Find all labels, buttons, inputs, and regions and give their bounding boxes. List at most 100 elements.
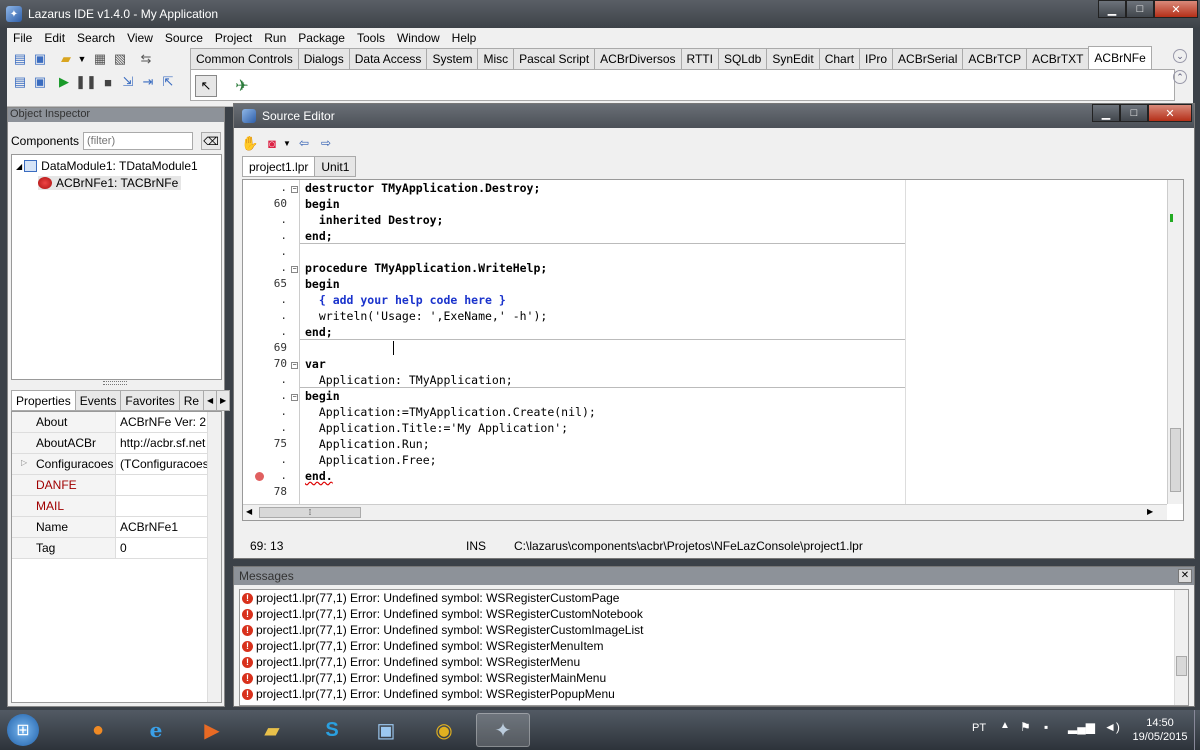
menu-edit[interactable]: Edit (38, 31, 71, 45)
scroll-thumb[interactable] (1176, 656, 1187, 676)
property-value[interactable]: ACBrNFe Ver: 2.0 (117, 412, 207, 432)
view-forms-icon[interactable]: ▣ (31, 73, 49, 91)
palette-tab[interactable]: ACBrDiversos (594, 48, 682, 69)
scroll-left-icon[interactable]: ◀ (246, 507, 252, 516)
start-button[interactable]: ⊞ (0, 713, 46, 747)
menu-run[interactable]: Run (258, 31, 292, 45)
tree-item-acbrnfe[interactable]: ACBrNFe1: TACBrNFe (38, 176, 182, 190)
lazarus-taskbar-icon[interactable]: ✦ (476, 713, 530, 747)
step-out-icon[interactable]: ⇱ (159, 73, 177, 91)
skype-icon[interactable]: S (308, 713, 356, 747)
palette-scroll-icon[interactable]: ⌃ (1173, 70, 1187, 84)
selection-pointer-icon[interactable]: ↖ (195, 75, 217, 97)
minimize-button[interactable]: ▁ (1092, 104, 1120, 122)
close-button[interactable]: ✕ (1148, 104, 1192, 122)
media-player-icon[interactable]: ▶ (188, 713, 236, 747)
bookmark-dropdown-icon[interactable]: ▼ (283, 139, 293, 148)
save-icon[interactable]: ▦ (91, 50, 109, 68)
palette-tab[interactable]: Common Controls (190, 48, 299, 69)
message-item[interactable]: ! project1.lpr(77,1) Error: Undefined sym… (242, 654, 580, 670)
bookmark-icon[interactable]: ◙ (261, 133, 283, 153)
tab-scroll-right-icon[interactable]: ▶ (216, 390, 231, 411)
property-value[interactable]: ACBrNFe1 (117, 517, 207, 537)
new-form-icon[interactable]: ▣ (31, 50, 49, 68)
stop-icon[interactable]: ■ (99, 73, 117, 91)
jump-back-icon[interactable]: ⇦ (293, 133, 315, 153)
tab-favorites[interactable]: Favorites (120, 390, 180, 411)
jump-forward-icon[interactable]: ⇨ (315, 133, 337, 153)
close-icon[interactable]: ✕ (1178, 569, 1192, 583)
scroll-right-icon[interactable]: ▶ (1147, 507, 1153, 516)
palette-tab[interactable]: SynEdit (766, 48, 820, 69)
property-row[interactable]: DANFE (12, 475, 207, 496)
pause-icon[interactable]: ❚❚ (75, 73, 97, 91)
maximize-button[interactable]: □ (1120, 104, 1148, 122)
scroll-thumb[interactable]: ⁞ (259, 507, 361, 518)
menu-package[interactable]: Package (292, 31, 351, 45)
palette-tab[interactable]: Dialogs (297, 48, 350, 69)
palette-tab[interactable]: ACBrTCP (962, 48, 1028, 69)
network-icon[interactable]: ▂▄▆ (1068, 720, 1095, 734)
tab-project1-lpr[interactable]: project1.lpr (242, 156, 316, 177)
palette-tab[interactable]: RTTI (680, 48, 719, 69)
menu-project[interactable]: Project (209, 31, 258, 45)
message-item[interactable]: ! project1.lpr(77,1) Error: Undefined sym… (242, 622, 643, 638)
internet-explorer-icon[interactable]: e (132, 713, 180, 747)
message-item[interactable]: ! project1.lpr(77,1) Error: Undefined sym… (242, 686, 615, 702)
property-value[interactable]: http://acbr.sf.net (117, 433, 207, 453)
show-hidden-icons-icon[interactable]: ▲ (1000, 720, 1010, 731)
palette-tab[interactable]: ACBrSerial (892, 48, 964, 69)
step-over-icon[interactable]: ⇥ (139, 73, 157, 91)
remote-desktop-icon[interactable]: ▣ (362, 713, 410, 747)
collapse-arrow-icon[interactable]: ◢ (16, 162, 22, 171)
menu-source[interactable]: Source (159, 31, 209, 45)
tab-events[interactable]: Events (74, 390, 122, 411)
splitter-grip[interactable] (103, 381, 127, 385)
property-value[interactable]: 0 (117, 538, 207, 558)
minimize-button[interactable]: ▁ (1098, 0, 1126, 18)
palette-menu-icon[interactable]: ⌄ (1173, 49, 1187, 63)
scroll-thumb[interactable] (1170, 428, 1181, 492)
property-row[interactable]: AboutACBr http://acbr.sf.net (12, 433, 207, 454)
fold-icon[interactable]: − (291, 186, 298, 193)
components-filter-input[interactable] (83, 132, 193, 150)
tab-properties[interactable]: Properties (11, 390, 76, 411)
menu-tools[interactable]: Tools (351, 31, 391, 45)
message-item[interactable]: ! project1.lpr(77,1) Error: Undefined sym… (242, 606, 643, 622)
jump-icon[interactable]: ✋ (239, 133, 261, 153)
palette-tab[interactable]: Pascal Script (513, 48, 596, 69)
menu-help[interactable]: Help (446, 31, 483, 45)
message-item[interactable]: ! project1.lpr(77,1) Error: Undefined sym… (242, 590, 619, 606)
property-row[interactable]: Tag 0 (12, 538, 207, 559)
message-item[interactable]: ! project1.lpr(77,1) Error: Undefined sym… (242, 670, 606, 686)
property-value[interactable] (117, 496, 207, 516)
acbrnfe-component-icon[interactable]: ✈ (231, 75, 253, 97)
menu-search[interactable]: Search (71, 31, 121, 45)
error-marker-icon[interactable] (255, 472, 264, 481)
palette-tab[interactable]: IPro (859, 48, 894, 69)
property-row[interactable]: About ACBrNFe Ver: 2.0 (12, 412, 207, 433)
toggle-form-unit-icon[interactable]: ⇆ (137, 50, 155, 68)
property-row[interactable]: MAIL (12, 496, 207, 517)
message-item[interactable]: ! project1.lpr(77,1) Error: Undefined sym… (242, 638, 603, 654)
view-units-icon[interactable]: ▤ (11, 73, 29, 91)
tab-scroll-left-icon[interactable]: ◀ (203, 390, 218, 411)
show-desktop-button[interactable] (1194, 710, 1200, 750)
step-into-icon[interactable]: ⇲ (119, 73, 137, 91)
volume-icon[interactable]: ◄) (1104, 720, 1120, 734)
close-button[interactable]: ✕ (1154, 0, 1198, 18)
property-value[interactable] (117, 475, 207, 495)
maximize-button[interactable]: □ (1126, 0, 1154, 18)
tray-app-icon[interactable]: ▪ (1044, 720, 1048, 734)
property-row[interactable]: Configuracoes (TConfiguracoes ▷ (12, 454, 207, 475)
property-value[interactable]: (TConfiguracoes (117, 454, 207, 474)
open-dropdown-icon[interactable]: ▼ (73, 50, 91, 68)
tray-flag-icon[interactable]: ⚑ (1020, 720, 1031, 734)
properties-scrollbar[interactable] (207, 412, 221, 702)
run-icon[interactable]: ▶ (55, 73, 73, 91)
palette-tab[interactable]: ACBrTXT (1026, 48, 1090, 69)
firefox-icon[interactable]: ● (74, 713, 122, 747)
menu-view[interactable]: View (121, 31, 159, 45)
palette-tab[interactable]: Misc (477, 48, 515, 69)
code-editor[interactable]: . 60 . . . . 65 . . . 69 70 . . . . 75 .… (242, 179, 1184, 521)
